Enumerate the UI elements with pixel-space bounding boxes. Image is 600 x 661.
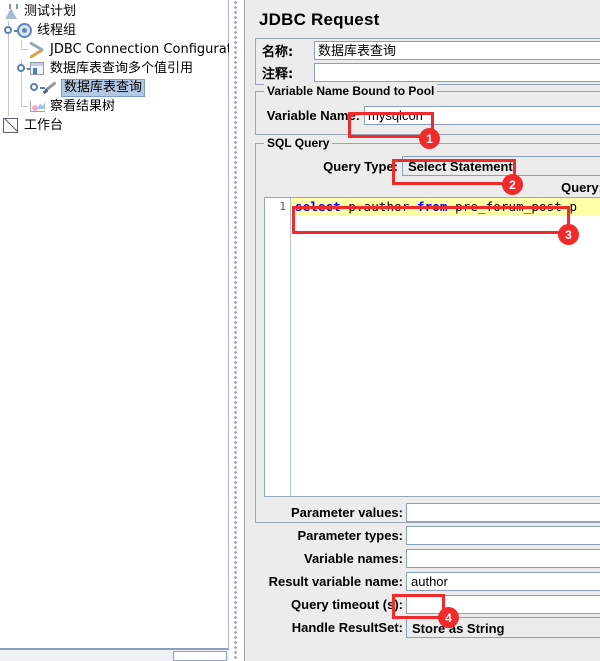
- tree-item-logic-controller[interactable]: 数据库表查询多个值引用: [0, 59, 228, 78]
- query-caption: Query:: [561, 180, 600, 195]
- expand-handle-jdbc-request[interactable]: [28, 78, 45, 97]
- splitter-grip-dots: [233, 0, 238, 661]
- tree-branch: [15, 40, 28, 59]
- variable-name-row: Variable Name: mysqlcon: [256, 104, 600, 126]
- query-type-label: Query Type:: [323, 158, 398, 174]
- name-input[interactable]: 数据库表查询: [314, 40, 600, 60]
- parameter-types-label: Parameter types:: [297, 528, 404, 543]
- tree-gutter: [2, 78, 15, 97]
- tree-gutter: [2, 59, 15, 78]
- tree-item-label-selected: 数据库表查询: [61, 78, 146, 97]
- tree-item-jdbc-request[interactable]: 数据库表查询: [0, 78, 228, 97]
- comment-row: 注释:: [256, 61, 600, 84]
- annotation-badge-2: 2: [502, 174, 523, 195]
- tree-item-label: 数据库表查询多个值引用: [50, 60, 194, 76]
- tree-gutter: [2, 40, 15, 59]
- sql-query-group: SQL Query Query Type: Select Statement Q…: [255, 136, 600, 638]
- expand-handle-controller[interactable]: [15, 59, 32, 78]
- jdbc-sampler-pipette-icon: [41, 79, 59, 96]
- tree-item-thread-group[interactable]: 线程组: [0, 21, 228, 40]
- name-row: 名称: 数据库表查询: [256, 39, 600, 61]
- parameter-types-input[interactable]: [406, 526, 600, 545]
- tree-item-label: 工作台: [24, 117, 64, 133]
- tree-item-workbench[interactable]: 工作台: [0, 116, 228, 135]
- tree-item-label: 测试计划: [24, 3, 77, 19]
- tree-item-test-plan[interactable]: 测试计划: [0, 2, 228, 21]
- query-timeout-label: Query timeout (s):: [291, 597, 403, 612]
- config-tools-icon: [28, 41, 46, 58]
- sql-query-line[interactable]: select p.author from pre_forum_post p: [291, 198, 600, 216]
- handle-resultset-label: Handle ResultSet:: [291, 620, 403, 635]
- scrollbar-thumb[interactable]: [173, 651, 227, 661]
- expand-handle-thread-group[interactable]: [2, 21, 19, 40]
- tree-scroll-area[interactable]: 测试计划 线程组 JDBC Connection Configuration 数…: [0, 0, 244, 649]
- sql-token-keyword: select: [295, 199, 341, 214]
- sql-token-plain: p.author: [340, 199, 418, 214]
- jdbc-parameter-fields: Parameter values: Parameter types: Varia…: [256, 501, 600, 639]
- handle-resultset-row: Handle ResultSet: Store as String: [256, 616, 600, 639]
- result-variable-name-label: Result variable name:: [268, 574, 403, 589]
- group-title-sql: SQL Query: [264, 136, 333, 150]
- comment-label: 注释:: [262, 67, 294, 82]
- panel-splitter[interactable]: [229, 0, 244, 661]
- annotation-badge-4: 4: [438, 607, 459, 628]
- tree-item-label: 察看结果树: [50, 98, 116, 114]
- result-variable-name-input[interactable]: author: [406, 572, 600, 591]
- query-timeout-input[interactable]: [406, 595, 600, 614]
- sql-line-number: 1: [279, 200, 286, 213]
- jmeter-window: 测试计划 线程组 JDBC Connection Configuration 数…: [0, 0, 600, 661]
- handle-resultset-combo[interactable]: Store as String: [406, 617, 600, 638]
- annotation-badge-1: 1: [419, 128, 440, 149]
- thread-group-gear-icon: [15, 22, 33, 39]
- sql-token-keyword: from: [417, 199, 448, 214]
- parameter-values-row: Parameter values:: [256, 501, 600, 524]
- sql-query-editor[interactable]: 1 select p.author from pre_forum_post p: [264, 197, 600, 497]
- name-label: 名称:: [262, 44, 294, 60]
- test-plan-tree-panel: 测试计划 线程组 JDBC Connection Configuration 数…: [0, 0, 244, 661]
- tree-item-label: 线程组: [37, 22, 77, 38]
- tree-gutter: [2, 97, 15, 116]
- page-title: JDBC Request: [259, 10, 380, 29]
- logic-controller-icon: [28, 60, 46, 77]
- query-type-combo[interactable]: Select Statement: [402, 156, 600, 176]
- tree-item-view-results-tree[interactable]: 察看结果树: [0, 97, 228, 116]
- view-results-tree-icon: [28, 98, 46, 115]
- comment-input[interactable]: [314, 63, 600, 82]
- variable-names-row: Variable names:: [256, 547, 600, 570]
- sql-token-plain: pre_forum_post p: [447, 199, 578, 214]
- workbench-icon: [2, 117, 20, 134]
- variable-name-label: Variable Name:: [266, 107, 360, 123]
- variable-name-input[interactable]: mysqlcon: [364, 105, 600, 125]
- annotation-badge-3: 3: [558, 224, 579, 245]
- sql-text-area[interactable]: select p.author from pre_forum_post p: [291, 198, 600, 496]
- parameter-values-input[interactable]: [406, 503, 600, 522]
- tree-item-jdbc-connection-configuration[interactable]: JDBC Connection Configuration: [0, 40, 244, 59]
- tree-item-label: JDBC Connection Configuration: [50, 41, 244, 57]
- tree-horizontal-scrollbar[interactable]: [0, 649, 229, 661]
- jdbc-request-editor-panel: JDBC Request 名称: 数据库表查询 注释: Variable Nam…: [244, 0, 600, 661]
- name-comment-box: 名称: 数据库表查询 注释:: [255, 38, 600, 85]
- result-variable-name-row: Result variable name: author: [256, 570, 600, 593]
- group-title-pool: Variable Name Bound to Pool: [264, 84, 438, 98]
- tree-branch-last: [15, 97, 28, 116]
- parameter-values-label: Parameter values:: [290, 505, 403, 520]
- parameter-types-row: Parameter types:: [256, 524, 600, 547]
- variable-names-label: Variable names:: [304, 551, 403, 566]
- tree-gutter: [15, 78, 28, 97]
- test-plan-flask-icon: [2, 3, 20, 20]
- variable-names-input[interactable]: [406, 549, 600, 568]
- sql-line-number-gutter: 1: [265, 198, 291, 496]
- query-timeout-row: Query timeout (s):: [256, 593, 600, 616]
- query-type-row: Query Type: Select Statement: [256, 155, 600, 177]
